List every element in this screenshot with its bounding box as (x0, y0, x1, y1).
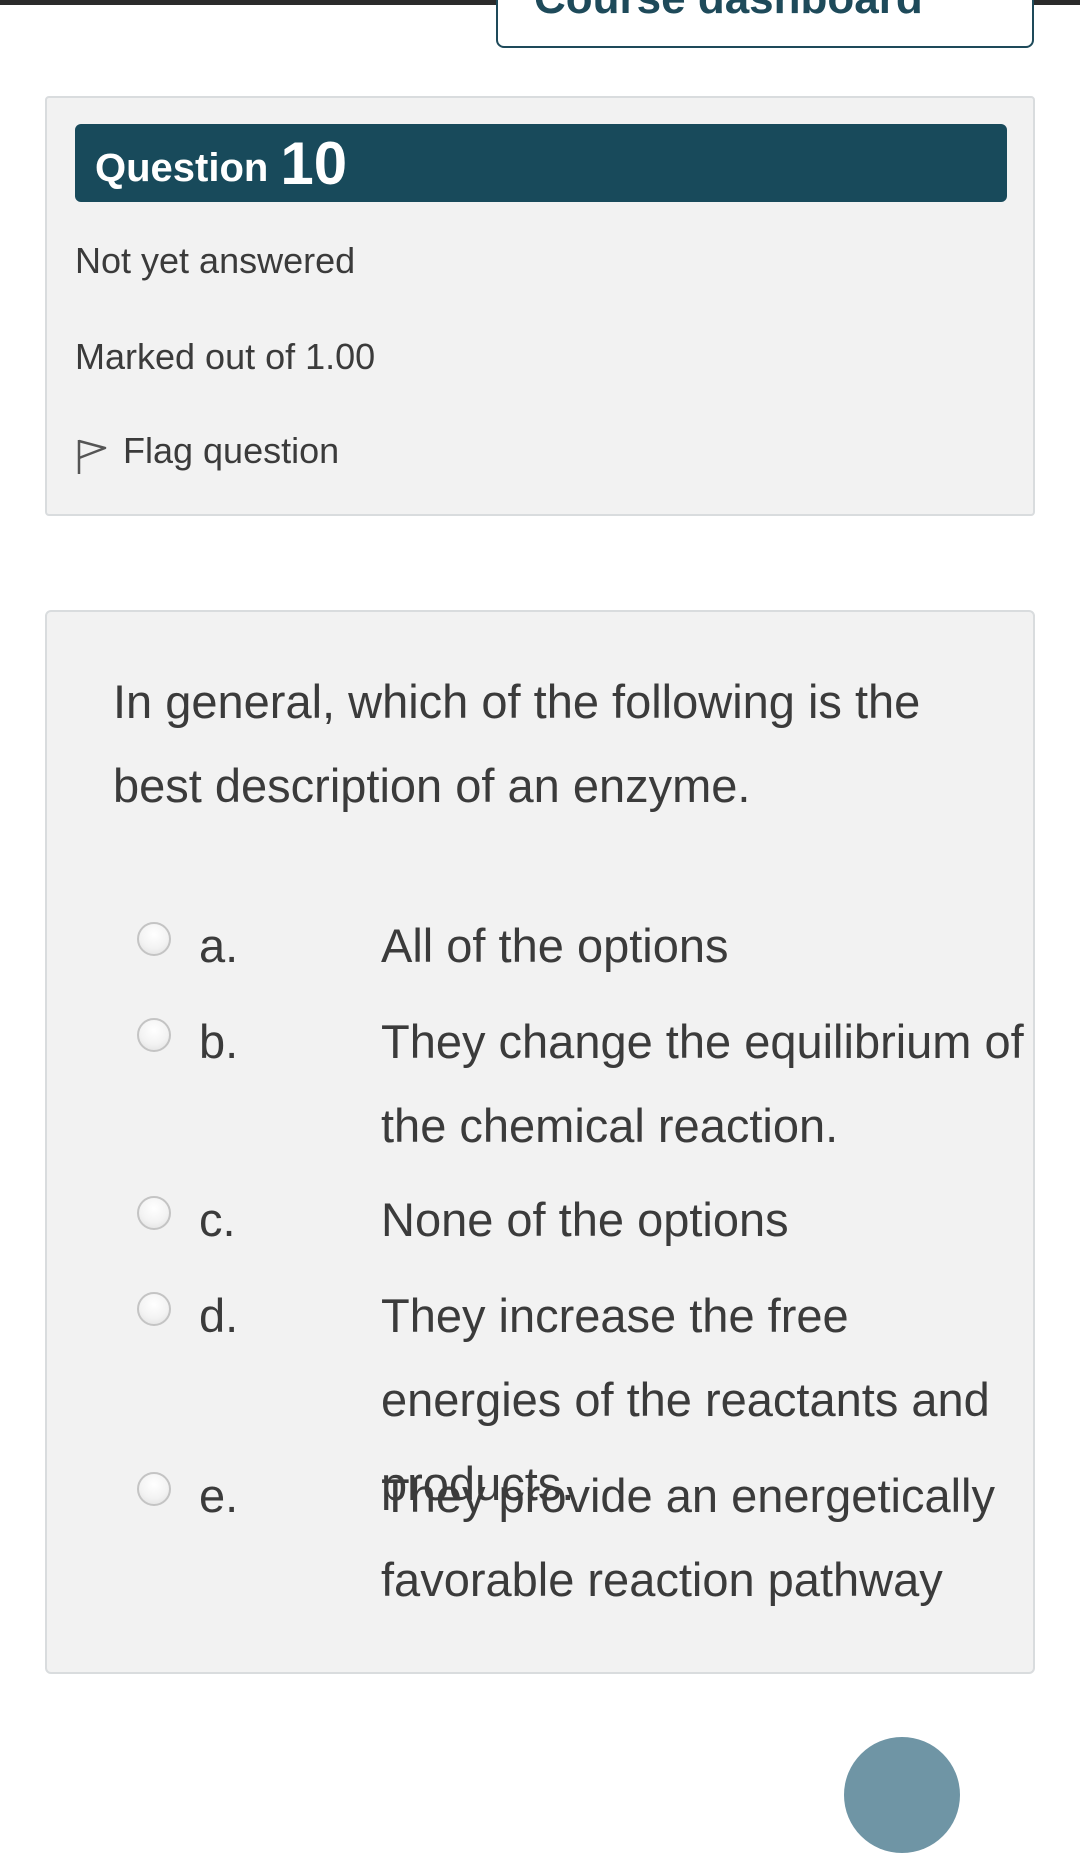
floating-action-button[interactable] (844, 1737, 960, 1853)
answer-text: None of the options (381, 1193, 789, 1246)
course-dashboard-label: Course dashboard (534, 0, 923, 24)
radio-button[interactable] (137, 1196, 171, 1230)
question-text: In general, which of the following is th… (113, 675, 921, 812)
question-word: Question (95, 145, 269, 190)
question-number-banner: Question 10 (75, 124, 1007, 202)
answer-letter: d. (199, 1289, 239, 1342)
radio-button[interactable] (137, 922, 171, 956)
answer-letter: e. (199, 1469, 239, 1522)
answer-letter: c. (199, 1193, 236, 1246)
question-state: Not yet answered (75, 240, 356, 281)
flag-icon (77, 439, 107, 474)
flag-question-button[interactable]: Flag question (75, 428, 339, 474)
flag-question-label: Flag question (123, 430, 340, 471)
radio-button[interactable] (137, 1018, 171, 1052)
answer-text: All of the options (381, 919, 729, 972)
question-grade: Marked out of 1.00 (75, 336, 376, 377)
question-number: 10 (280, 129, 348, 197)
question-info-panel: Question 10 Not yet answered Marked out … (45, 96, 1035, 516)
answer-text: They provide an energetically favorable … (381, 1469, 995, 1606)
radio-button[interactable] (137, 1472, 171, 1506)
answer-letter: a. (199, 919, 239, 972)
question-content-panel: In general, which of the following is th… (45, 610, 1035, 1674)
course-dashboard-button[interactable]: Course dashboard (496, 0, 1034, 48)
radio-button[interactable] (137, 1292, 171, 1326)
answer-text: They change the equilibrium of the chemi… (381, 1015, 1024, 1152)
answer-letter: b. (199, 1015, 239, 1068)
